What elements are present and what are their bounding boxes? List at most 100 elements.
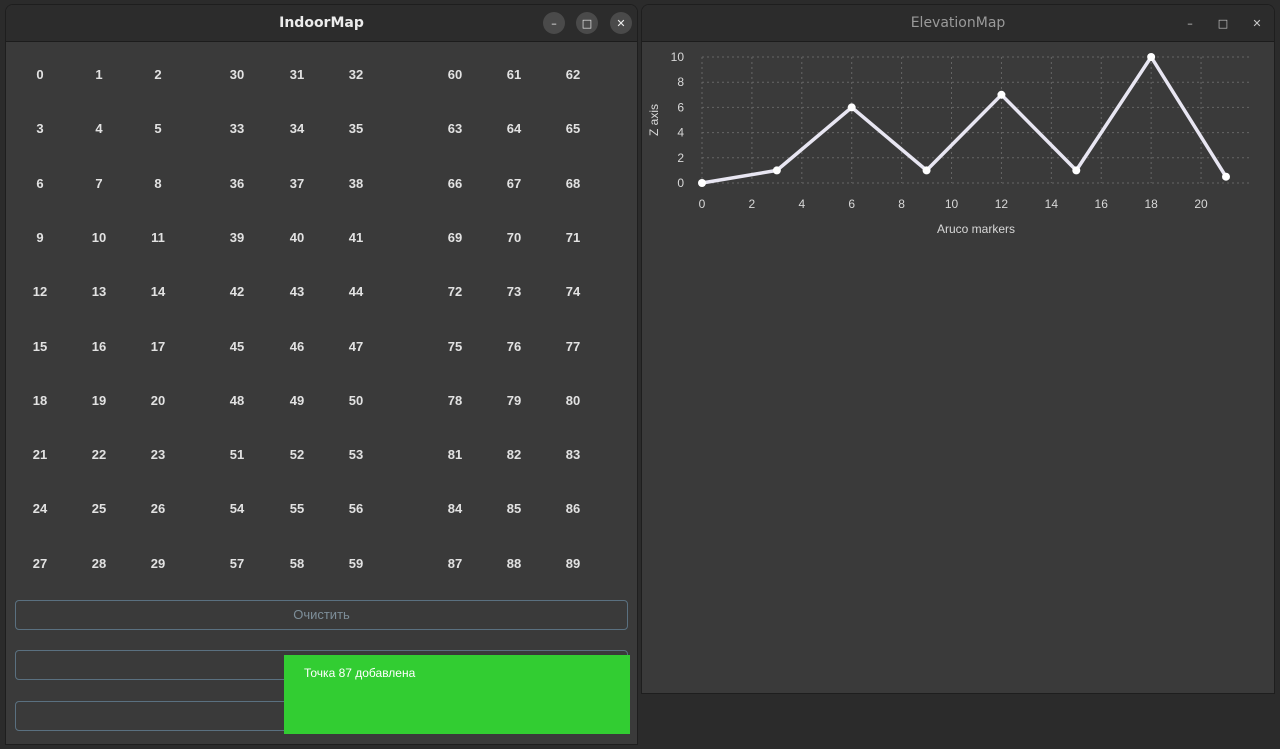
marker-cell[interactable]: 4	[79, 119, 119, 139]
maximize-icon[interactable]: □	[1212, 12, 1234, 34]
marker-cell[interactable]: 80	[553, 391, 593, 411]
marker-cell[interactable]: 0	[20, 65, 60, 85]
marker-cell[interactable]: 9	[20, 228, 60, 248]
marker-cell[interactable]: 71	[553, 228, 593, 248]
marker-cell[interactable]: 65	[553, 119, 593, 139]
marker-cell[interactable]: 25	[79, 499, 119, 519]
marker-cell[interactable]: 43	[277, 282, 317, 302]
marker-cell[interactable]: 68	[553, 174, 593, 194]
marker-cell[interactable]: 13	[79, 282, 119, 302]
marker-cell[interactable]: 79	[494, 391, 534, 411]
marker-cell[interactable]: 18	[20, 391, 60, 411]
marker-cell[interactable]: 59	[336, 554, 376, 574]
marker-cell[interactable]: 53	[336, 445, 376, 465]
marker-cell[interactable]: 77	[553, 337, 593, 357]
marker-cell[interactable]: 82	[494, 445, 534, 465]
marker-cell[interactable]: 27	[20, 554, 60, 574]
marker-cell[interactable]: 29	[138, 554, 178, 574]
marker-cell[interactable]: 17	[138, 337, 178, 357]
marker-cell[interactable]: 46	[277, 337, 317, 357]
marker-cell[interactable]: 66	[435, 174, 475, 194]
marker-cell[interactable]: 81	[435, 445, 475, 465]
marker-cell[interactable]: 64	[494, 119, 534, 139]
marker-cell[interactable]: 70	[494, 228, 534, 248]
marker-cell[interactable]: 83	[553, 445, 593, 465]
marker-cell[interactable]: 87	[435, 554, 475, 574]
marker-cell[interactable]: 41	[336, 228, 376, 248]
marker-cell[interactable]: 34	[277, 119, 317, 139]
marker-cell[interactable]: 31	[277, 65, 317, 85]
marker-cell[interactable]: 54	[217, 499, 257, 519]
marker-cell[interactable]: 50	[336, 391, 376, 411]
marker-cell[interactable]: 35	[336, 119, 376, 139]
close-icon[interactable]: ✕	[1246, 12, 1268, 34]
marker-cell[interactable]: 22	[79, 445, 119, 465]
marker-cell[interactable]: 32	[336, 65, 376, 85]
indoor-map-titlebar[interactable]: IndoorMap – □ ✕	[6, 5, 637, 42]
marker-cell[interactable]: 23	[138, 445, 178, 465]
marker-cell[interactable]: 20	[138, 391, 178, 411]
marker-cell[interactable]: 30	[217, 65, 257, 85]
marker-cell[interactable]: 49	[277, 391, 317, 411]
marker-cell[interactable]: 21	[20, 445, 60, 465]
marker-cell[interactable]: 55	[277, 499, 317, 519]
marker-cell[interactable]: 84	[435, 499, 475, 519]
minimize-icon[interactable]: –	[1179, 12, 1201, 34]
marker-cell[interactable]: 3	[20, 119, 60, 139]
marker-cell[interactable]: 69	[435, 228, 475, 248]
marker-cell[interactable]: 28	[79, 554, 119, 574]
marker-cell[interactable]: 85	[494, 499, 534, 519]
marker-cell[interactable]: 8	[138, 174, 178, 194]
marker-cell[interactable]: 37	[277, 174, 317, 194]
close-icon[interactable]: ✕	[610, 12, 632, 34]
marker-cell[interactable]: 1	[79, 65, 119, 85]
marker-cell[interactable]: 57	[217, 554, 257, 574]
marker-cell[interactable]: 89	[553, 554, 593, 574]
marker-cell[interactable]: 61	[494, 65, 534, 85]
marker-cell[interactable]: 16	[79, 337, 119, 357]
marker-cell[interactable]: 11	[138, 228, 178, 248]
marker-cell[interactable]: 40	[277, 228, 317, 248]
maximize-icon[interactable]: □	[576, 12, 598, 34]
marker-cell[interactable]: 78	[435, 391, 475, 411]
marker-cell[interactable]: 44	[336, 282, 376, 302]
marker-cell[interactable]: 51	[217, 445, 257, 465]
marker-cell[interactable]: 88	[494, 554, 534, 574]
marker-cell[interactable]: 58	[277, 554, 317, 574]
elevation-map-titlebar[interactable]: ElevationMap – □ ✕	[642, 5, 1274, 42]
marker-cell[interactable]: 60	[435, 65, 475, 85]
marker-cell[interactable]: 5	[138, 119, 178, 139]
marker-cell[interactable]: 74	[553, 282, 593, 302]
marker-cell[interactable]: 76	[494, 337, 534, 357]
marker-cell[interactable]: 6	[20, 174, 60, 194]
marker-cell[interactable]: 14	[138, 282, 178, 302]
marker-cell[interactable]: 45	[217, 337, 257, 357]
marker-cell[interactable]: 24	[20, 499, 60, 519]
x-tick-label: 2	[749, 197, 756, 211]
marker-cell[interactable]: 67	[494, 174, 534, 194]
marker-cell[interactable]: 33	[217, 119, 257, 139]
marker-cell[interactable]: 36	[217, 174, 257, 194]
marker-cell[interactable]: 10	[79, 228, 119, 248]
marker-cell[interactable]: 47	[336, 337, 376, 357]
marker-cell[interactable]: 62	[553, 65, 593, 85]
marker-cell[interactable]: 2	[138, 65, 178, 85]
marker-cell[interactable]: 72	[435, 282, 475, 302]
clear-button[interactable]: Очистить	[15, 600, 628, 630]
marker-cell[interactable]: 39	[217, 228, 257, 248]
marker-cell[interactable]: 26	[138, 499, 178, 519]
marker-cell[interactable]: 15	[20, 337, 60, 357]
minimize-icon[interactable]: –	[543, 12, 565, 34]
marker-cell[interactable]: 12	[20, 282, 60, 302]
marker-cell[interactable]: 7	[79, 174, 119, 194]
marker-cell[interactable]: 38	[336, 174, 376, 194]
marker-cell[interactable]: 42	[217, 282, 257, 302]
marker-cell[interactable]: 86	[553, 499, 593, 519]
marker-cell[interactable]: 56	[336, 499, 376, 519]
marker-cell[interactable]: 52	[277, 445, 317, 465]
marker-cell[interactable]: 19	[79, 391, 119, 411]
marker-cell[interactable]: 75	[435, 337, 475, 357]
marker-cell[interactable]: 63	[435, 119, 475, 139]
marker-cell[interactable]: 73	[494, 282, 534, 302]
marker-cell[interactable]: 48	[217, 391, 257, 411]
